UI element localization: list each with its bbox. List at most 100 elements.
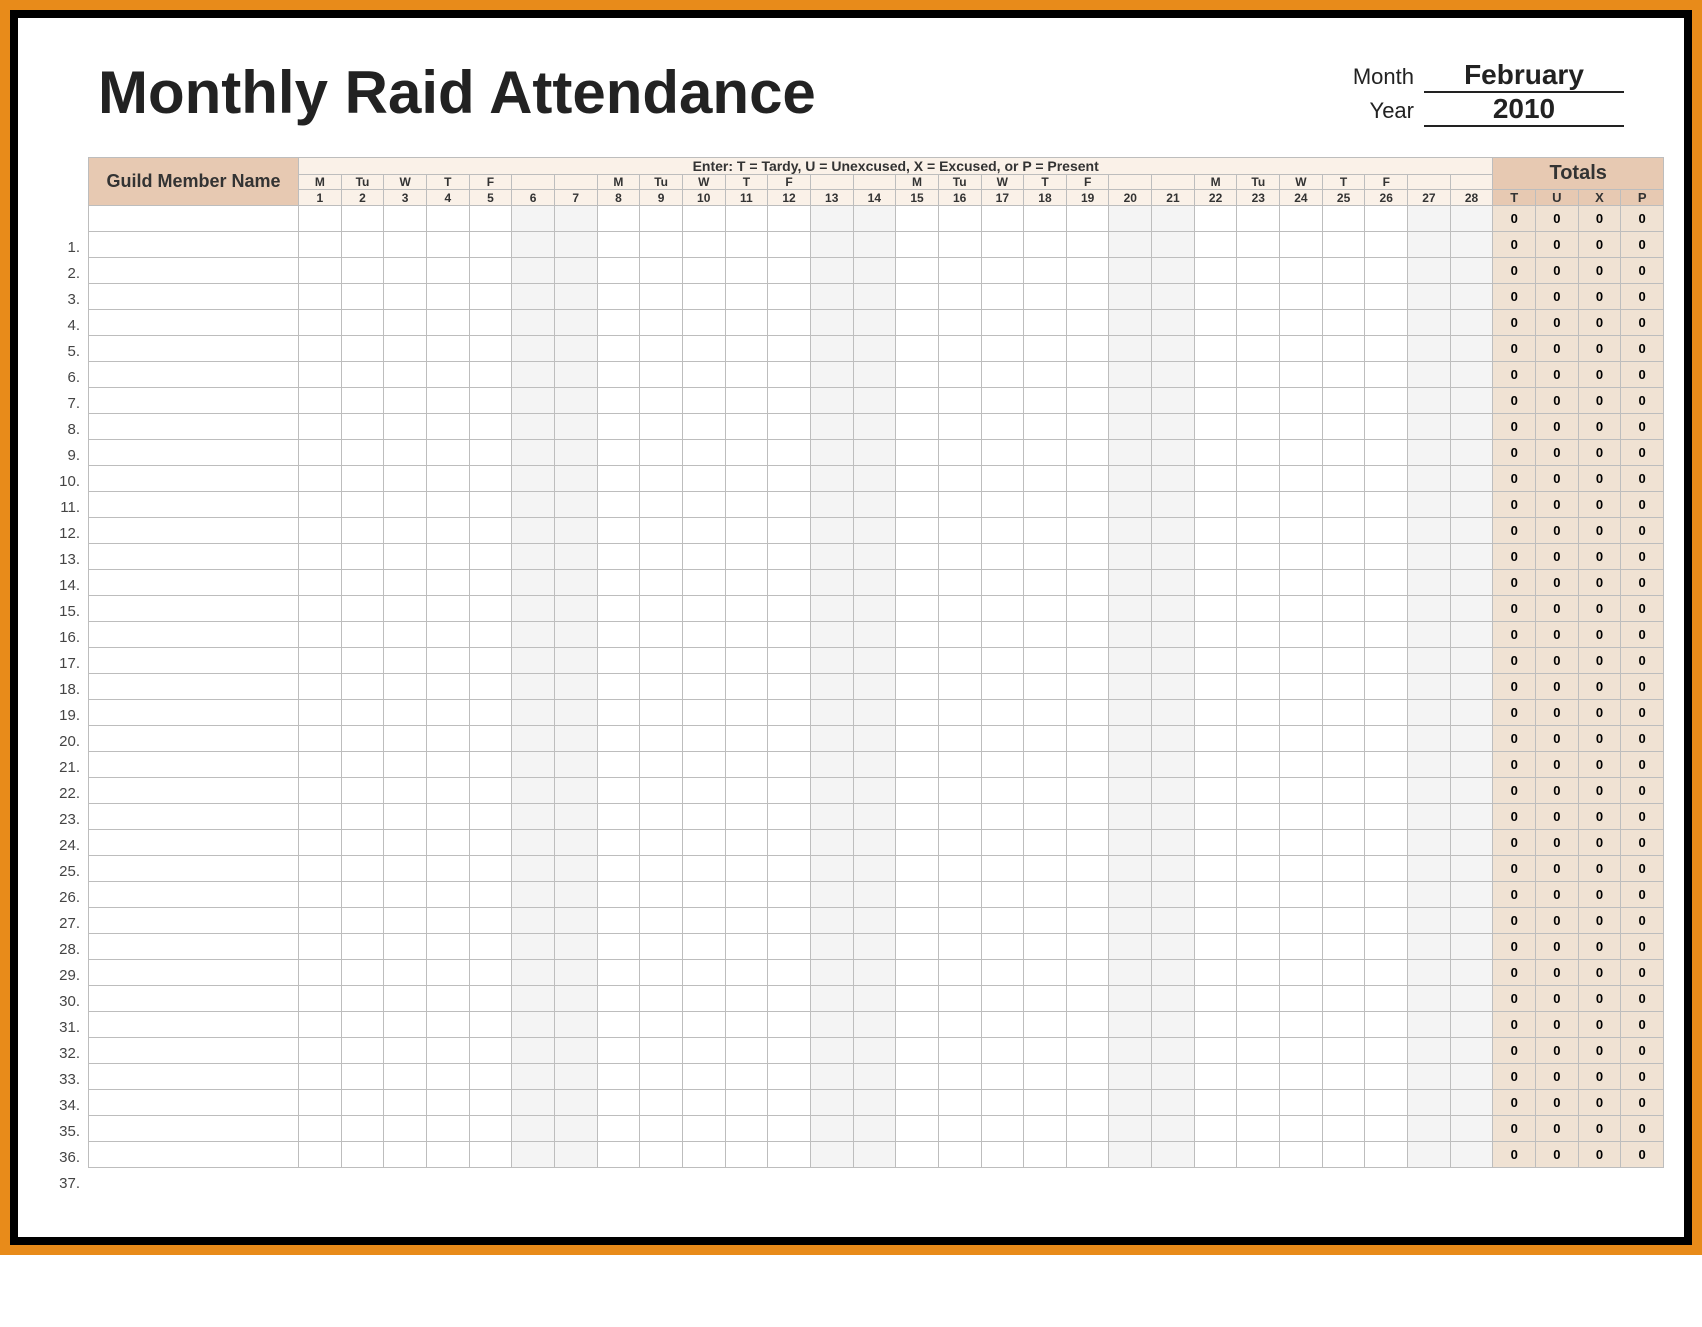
- attendance-cell[interactable]: [1365, 934, 1408, 960]
- attendance-cell[interactable]: [341, 440, 384, 466]
- attendance-cell[interactable]: [981, 336, 1024, 362]
- attendance-cell[interactable]: [725, 1116, 768, 1142]
- attendance-cell[interactable]: [896, 1142, 939, 1168]
- attendance-cell[interactable]: [938, 1090, 981, 1116]
- attendance-cell[interactable]: [1194, 648, 1237, 674]
- attendance-cell[interactable]: [1237, 700, 1280, 726]
- attendance-cell[interactable]: [1365, 986, 1408, 1012]
- attendance-cell[interactable]: [299, 388, 342, 414]
- attendance-cell[interactable]: [1408, 726, 1451, 752]
- attendance-cell[interactable]: [853, 1038, 896, 1064]
- attendance-cell[interactable]: [1237, 934, 1280, 960]
- attendance-cell[interactable]: [1194, 752, 1237, 778]
- attendance-cell[interactable]: [1066, 596, 1109, 622]
- attendance-cell[interactable]: [1365, 1012, 1408, 1038]
- attendance-cell[interactable]: [1280, 648, 1323, 674]
- attendance-cell[interactable]: [597, 596, 640, 622]
- attendance-cell[interactable]: [810, 232, 853, 258]
- attendance-cell[interactable]: [384, 648, 427, 674]
- attendance-cell[interactable]: [1152, 752, 1195, 778]
- attendance-cell[interactable]: [597, 804, 640, 830]
- attendance-cell[interactable]: [554, 674, 597, 700]
- attendance-cell[interactable]: [640, 1038, 683, 1064]
- attendance-cell[interactable]: [938, 908, 981, 934]
- attendance-cell[interactable]: [768, 726, 811, 752]
- attendance-cell[interactable]: [1194, 544, 1237, 570]
- attendance-cell[interactable]: [426, 492, 469, 518]
- attendance-cell[interactable]: [341, 414, 384, 440]
- attendance-cell[interactable]: [768, 1012, 811, 1038]
- attendance-cell[interactable]: [1322, 1012, 1365, 1038]
- attendance-cell[interactable]: [725, 466, 768, 492]
- attendance-cell[interactable]: [1237, 414, 1280, 440]
- member-name-cell[interactable]: [89, 518, 299, 544]
- attendance-cell[interactable]: [640, 310, 683, 336]
- attendance-cell[interactable]: [341, 1038, 384, 1064]
- attendance-cell[interactable]: [299, 648, 342, 674]
- attendance-cell[interactable]: [810, 856, 853, 882]
- attendance-cell[interactable]: [469, 700, 512, 726]
- attendance-cell[interactable]: [1109, 934, 1152, 960]
- attendance-cell[interactable]: [640, 1116, 683, 1142]
- attendance-cell[interactable]: [1450, 752, 1493, 778]
- attendance-cell[interactable]: [1408, 1012, 1451, 1038]
- attendance-cell[interactable]: [384, 934, 427, 960]
- attendance-cell[interactable]: [1280, 726, 1323, 752]
- attendance-cell[interactable]: [810, 882, 853, 908]
- attendance-cell[interactable]: [938, 1012, 981, 1038]
- attendance-cell[interactable]: [512, 362, 555, 388]
- attendance-cell[interactable]: [384, 336, 427, 362]
- attendance-cell[interactable]: [1024, 310, 1067, 336]
- attendance-cell[interactable]: [768, 570, 811, 596]
- member-name-cell[interactable]: [89, 726, 299, 752]
- attendance-cell[interactable]: [938, 700, 981, 726]
- attendance-cell[interactable]: [597, 986, 640, 1012]
- attendance-cell[interactable]: [1280, 856, 1323, 882]
- attendance-cell[interactable]: [810, 440, 853, 466]
- attendance-cell[interactable]: [853, 544, 896, 570]
- attendance-cell[interactable]: [725, 960, 768, 986]
- attendance-cell[interactable]: [981, 310, 1024, 336]
- attendance-cell[interactable]: [512, 1090, 555, 1116]
- attendance-cell[interactable]: [1365, 258, 1408, 284]
- attendance-cell[interactable]: [1024, 206, 1067, 232]
- attendance-cell[interactable]: [426, 1012, 469, 1038]
- attendance-cell[interactable]: [853, 830, 896, 856]
- attendance-cell[interactable]: [853, 778, 896, 804]
- attendance-cell[interactable]: [725, 856, 768, 882]
- member-name-cell[interactable]: [89, 362, 299, 388]
- attendance-cell[interactable]: [810, 336, 853, 362]
- attendance-cell[interactable]: [768, 674, 811, 700]
- attendance-cell[interactable]: [1280, 908, 1323, 934]
- attendance-cell[interactable]: [1109, 310, 1152, 336]
- attendance-cell[interactable]: [853, 804, 896, 830]
- attendance-cell[interactable]: [1109, 544, 1152, 570]
- attendance-cell[interactable]: [1152, 778, 1195, 804]
- attendance-cell[interactable]: [1408, 700, 1451, 726]
- member-name-cell[interactable]: [89, 1142, 299, 1168]
- attendance-cell[interactable]: [1365, 570, 1408, 596]
- attendance-cell[interactable]: [1066, 284, 1109, 310]
- attendance-cell[interactable]: [1109, 362, 1152, 388]
- attendance-cell[interactable]: [1280, 1038, 1323, 1064]
- attendance-cell[interactable]: [896, 570, 939, 596]
- attendance-cell[interactable]: [853, 908, 896, 934]
- attendance-cell[interactable]: [896, 362, 939, 388]
- attendance-cell[interactable]: [554, 466, 597, 492]
- attendance-cell[interactable]: [299, 960, 342, 986]
- attendance-cell[interactable]: [938, 856, 981, 882]
- attendance-cell[interactable]: [426, 622, 469, 648]
- attendance-cell[interactable]: [1066, 804, 1109, 830]
- attendance-cell[interactable]: [1450, 986, 1493, 1012]
- attendance-cell[interactable]: [640, 336, 683, 362]
- attendance-cell[interactable]: [469, 284, 512, 310]
- attendance-cell[interactable]: [1109, 986, 1152, 1012]
- attendance-cell[interactable]: [384, 960, 427, 986]
- attendance-cell[interactable]: [469, 856, 512, 882]
- attendance-cell[interactable]: [1024, 466, 1067, 492]
- attendance-cell[interactable]: [1024, 648, 1067, 674]
- attendance-cell[interactable]: [853, 570, 896, 596]
- attendance-cell[interactable]: [1365, 804, 1408, 830]
- attendance-cell[interactable]: [853, 1142, 896, 1168]
- attendance-cell[interactable]: [853, 648, 896, 674]
